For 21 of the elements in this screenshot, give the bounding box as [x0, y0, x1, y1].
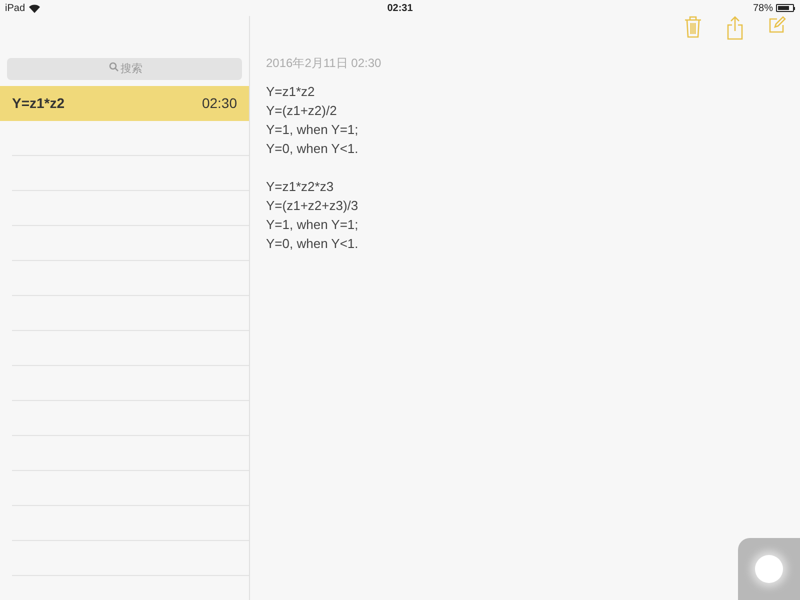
search-icon	[109, 62, 119, 72]
note-line: Y=(z1+z2+z3)/3	[266, 197, 358, 215]
note-list-item[interactable]: Y=z1*z2 02:30	[0, 86, 249, 121]
assistive-touch-button[interactable]	[738, 538, 800, 600]
search-field[interactable]: 搜索	[7, 58, 242, 80]
trash-icon[interactable]	[684, 16, 702, 38]
note-line: Y=(z1+z2)/2	[266, 102, 337, 120]
clock: 02:31	[387, 2, 413, 16]
note-line: Y=1, when Y=1;	[266, 216, 358, 234]
wifi-icon	[29, 4, 40, 12]
note-line: Y=z1*z2	[266, 83, 315, 101]
note-date: 2016年2月11日 02:30	[266, 55, 382, 72]
note-line: Y=z1*z2*z3	[266, 178, 334, 196]
battery-icon	[776, 4, 795, 12]
device-name: iPad	[5, 2, 26, 16]
battery-percentage: 78%	[752, 2, 773, 16]
share-icon[interactable]	[726, 16, 744, 40]
compose-icon[interactable]	[768, 16, 786, 34]
note-line: Y=1, when Y=1;	[266, 121, 358, 139]
note-line: Y=0, when Y<1.	[266, 235, 358, 253]
note-line: Y=0, when Y<1.	[266, 140, 358, 158]
